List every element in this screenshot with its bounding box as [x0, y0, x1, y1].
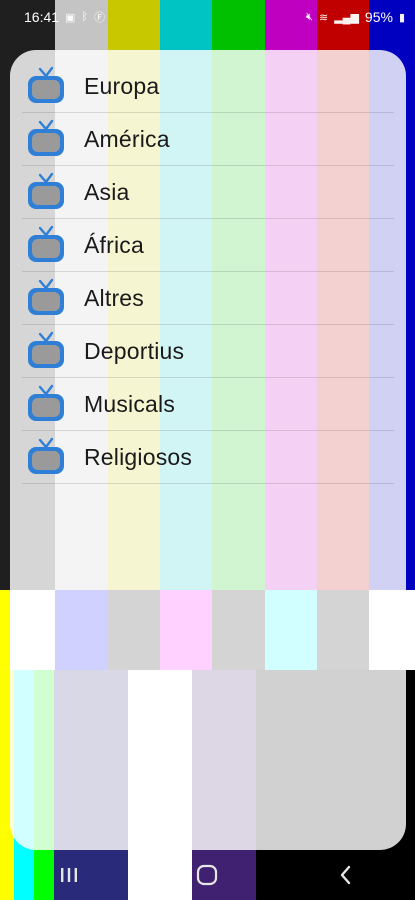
list-item-label: América [84, 125, 170, 152]
tv-icon [28, 225, 64, 262]
back-icon [340, 865, 351, 885]
recent-apps-button[interactable] [39, 850, 99, 900]
home-button[interactable] [177, 850, 237, 900]
list-item-europa[interactable]: Europa [22, 60, 394, 113]
back-button[interactable] [316, 850, 376, 900]
bluetooth-icon: ᛒ [81, 11, 89, 23]
list-item-musicals[interactable]: Musicals [22, 378, 394, 431]
list-item-label: Religiosos [84, 443, 193, 470]
tv-icon [28, 172, 64, 209]
tv-icon [28, 384, 64, 421]
list-item-deportius[interactable]: Deportius [22, 325, 394, 378]
tv-icon [28, 437, 64, 474]
list-item-religiosos[interactable]: Religiosos [22, 431, 394, 484]
navigation-bar [0, 850, 415, 900]
list-item-label: Europa [84, 72, 160, 99]
tv-icon [28, 66, 64, 103]
signal-icon: ▂▄▆ [334, 11, 359, 24]
home-icon [197, 864, 218, 886]
mute-icon: 🔇︎ [306, 10, 313, 23]
list-item-label: África [84, 231, 144, 258]
list-item-label: Altres [84, 284, 144, 311]
tv-icon [28, 331, 64, 368]
list-item-altres[interactable]: Altres [22, 272, 394, 325]
wifi-icon: ≋ [318, 11, 329, 24]
tv-icon [28, 278, 64, 315]
f-app-icon: Ⓕ [94, 12, 106, 24]
list-item-africa[interactable]: África [22, 219, 394, 272]
list-item-label: Asia [84, 178, 130, 205]
list-item-label: Deportius [84, 337, 185, 364]
clock: 16:41 [24, 9, 60, 25]
tv-icon [28, 119, 64, 156]
battery-icon: ▮ [398, 11, 405, 24]
list-item-asia[interactable]: Asia [22, 166, 394, 219]
status-bar: 16:41 ▣ ᛒ Ⓕ 🔇︎ ≋ ▂▄▆ 95% ▮ [0, 0, 415, 34]
list-item-label: Musicals [84, 390, 176, 417]
list-item-america[interactable]: América [22, 113, 394, 166]
recent-apps-icon [61, 868, 78, 882]
region-menu-panel: Europa América Asia África Altres Deport… [10, 50, 406, 850]
image-icon: ▣ [65, 11, 76, 24]
phone-screen: 16:41 ▣ ᛒ Ⓕ 🔇︎ ≋ ▂▄▆ 95% ▮ Europa Améric… [0, 0, 415, 900]
region-list: Europa América Asia África Altres Deport… [10, 50, 406, 484]
battery-level: 95% [364, 9, 393, 25]
